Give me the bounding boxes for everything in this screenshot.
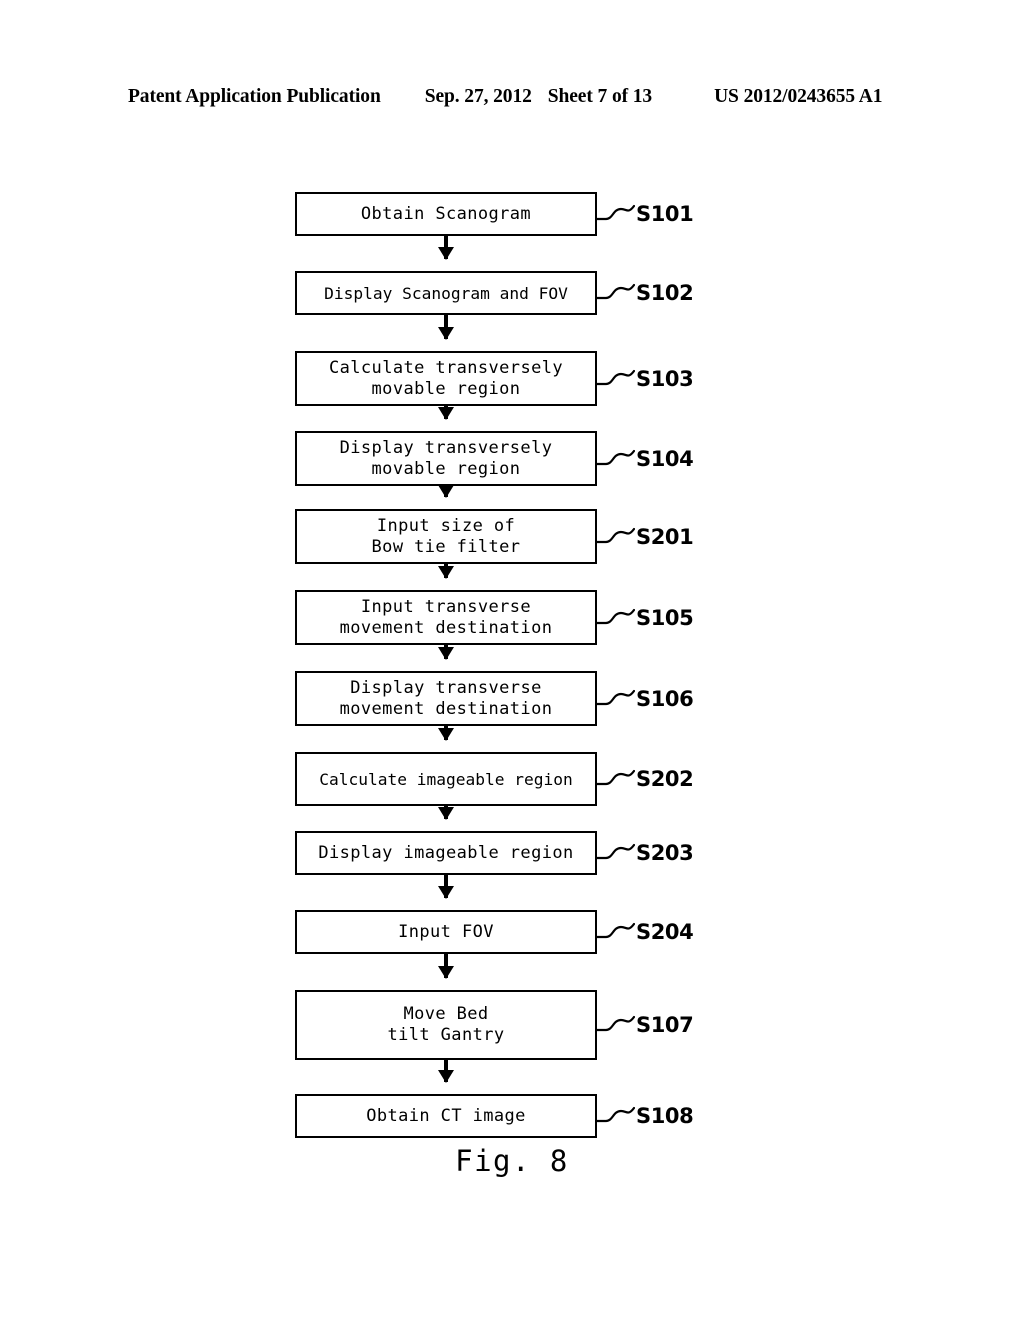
flow-node-label: Obtain Scanogram <box>360 203 532 224</box>
step-number-label: S107 <box>636 1013 694 1037</box>
squiggle-leader-icon <box>597 769 635 786</box>
step-reference-s204: S204 <box>597 915 694 949</box>
flow-arrow-S103-to-S104 <box>444 406 448 419</box>
flow-node-label: tilt Gantry <box>387 1025 505 1045</box>
step-reference-s201: S201 <box>597 520 694 554</box>
flow-node-label: Calculate imageable region <box>319 769 573 789</box>
flowchart-diagram: Obtain Scanogram S101 Display Scanogram an… <box>0 0 1024 1320</box>
flow-arrow-S203-to-S204 <box>444 875 448 898</box>
squiggle-leader-icon <box>597 608 635 624</box>
step-number-label: S201 <box>636 524 694 549</box>
flow-node-s203: Display imageable region <box>295 831 597 875</box>
flow-arrow-S106-to-S202 <box>444 726 448 740</box>
figure-caption: Fig. 8 <box>455 1144 569 1178</box>
flow-node-label: Input size of <box>376 515 516 536</box>
flow-arrow-S104-to-S201 <box>444 486 448 497</box>
flow-node-s201: Input size of Bow tie filter <box>295 509 597 564</box>
flow-node-label: Input FOV <box>398 921 494 942</box>
squiggle-leader-icon <box>597 1106 635 1123</box>
squiggle-leader-icon <box>597 689 635 705</box>
step-reference-s106: S106 <box>597 682 694 716</box>
step-number-label: S203 <box>636 841 694 865</box>
step-reference-s102: S102 <box>597 276 694 310</box>
flow-node-label: movement destination <box>339 698 553 719</box>
squiggle-leader-icon <box>597 527 635 543</box>
squiggle-leader-icon <box>597 449 635 465</box>
flow-node-label: Calculate transversely <box>329 357 563 378</box>
flow-node-label: Display imageable region <box>318 842 574 863</box>
flow-node-s104: Display transversely movable region <box>295 431 597 486</box>
flow-node-s202: Calculate imageable region <box>295 752 597 806</box>
flow-node-label: Bow tie filter <box>371 536 521 557</box>
step-number-label: S108 <box>636 1104 694 1128</box>
step-reference-s107: S107 <box>597 1008 694 1042</box>
step-number-label: S103 <box>636 366 694 391</box>
flow-node-label: Display transversely <box>339 437 553 458</box>
flow-node-s106: Display transverse movement destination <box>295 671 597 726</box>
squiggle-leader-icon <box>597 843 635 860</box>
step-reference-s104: S104 <box>597 442 694 476</box>
flow-node-s103: Calculate transversely movable region <box>295 351 597 406</box>
flow-node-label: Display transverse <box>350 677 542 698</box>
step-number-label: S204 <box>636 920 694 944</box>
flow-node-s204: Input FOV <box>295 910 597 954</box>
flow-node-label: Input transverse <box>360 596 532 617</box>
flow-arrow-S102-to-S103 <box>444 315 448 339</box>
flow-node-s105: Input transverse movement destination <box>295 590 597 645</box>
flow-node-s101: Obtain Scanogram <box>295 192 597 236</box>
flow-node-label: movement destination <box>339 617 553 638</box>
step-number-label: S106 <box>636 686 694 711</box>
flow-node-s102: Display Scanogram and FOV <box>295 271 597 315</box>
flow-node-s108: Obtain CT image <box>295 1094 597 1138</box>
flow-arrow-S201-to-S105 <box>444 564 448 578</box>
step-reference-s101: S101 <box>597 197 694 231</box>
flow-arrow-S202-to-S203 <box>444 806 448 819</box>
flow-node-s107: Move Bed tilt Gantry <box>295 990 597 1060</box>
flow-node-label: Obtain CT image <box>366 1105 526 1126</box>
squiggle-leader-icon <box>597 1015 635 1032</box>
step-reference-s108: S108 <box>597 1099 694 1133</box>
flow-node-label: movable region <box>371 458 521 479</box>
flow-node-label: Move Bed <box>403 1004 489 1024</box>
step-number-label: S104 <box>636 446 694 471</box>
squiggle-leader-icon <box>597 283 635 300</box>
squiggle-leader-icon <box>597 204 635 221</box>
step-number-label: S105 <box>636 605 694 630</box>
flow-node-label: movable region <box>371 378 521 399</box>
step-reference-s203: S203 <box>597 836 694 870</box>
flow-arrow-S105-to-S106 <box>444 645 448 659</box>
flow-arrow-S101-to-S102 <box>444 236 448 259</box>
step-reference-s103: S103 <box>597 362 694 396</box>
flow-node-label: Display Scanogram and FOV <box>324 283 568 303</box>
flow-arrow-S107-to-S108 <box>444 1060 448 1082</box>
squiggle-leader-icon <box>597 922 635 939</box>
step-reference-s202: S202 <box>597 762 694 796</box>
step-number-label: S202 <box>636 767 694 791</box>
flow-arrow-S204-to-S107 <box>444 954 448 978</box>
step-number-label: S101 <box>636 202 694 226</box>
step-reference-s105: S105 <box>597 601 694 635</box>
squiggle-leader-icon <box>597 369 635 385</box>
step-number-label: S102 <box>636 281 694 305</box>
